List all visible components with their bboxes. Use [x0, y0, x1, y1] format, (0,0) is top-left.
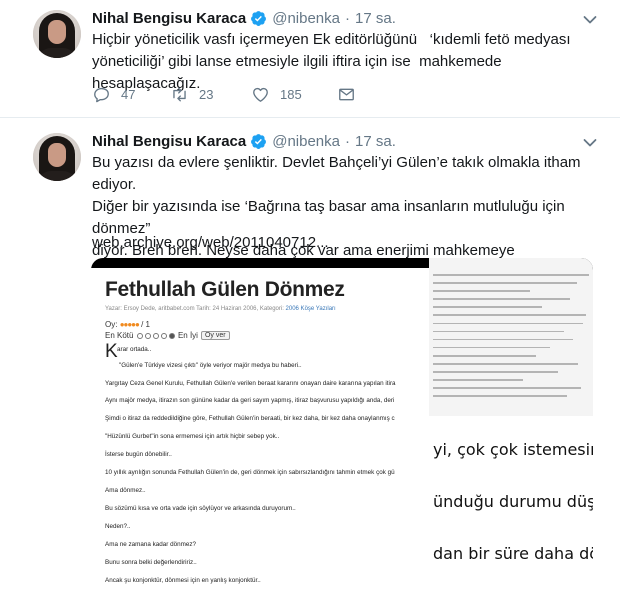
article-line: Şimdi o itiraz da reddedildiğine göre, F…	[105, 415, 395, 422]
user-handle[interactable]: @nibenka	[272, 10, 340, 27]
tweet[interactable]: Nihal Bengisu Karaca @nibenka · 17 sa. H…	[0, 0, 620, 118]
tweet-header: Nihal Bengisu Karaca @nibenka · 17 sa.	[92, 131, 396, 151]
article-line: arar ortada..	[117, 346, 152, 353]
article-line: Ancak şu konjonktür, dönmesi için en yan…	[105, 577, 261, 584]
direct-message-icon	[339, 88, 354, 100]
caret-down-icon[interactable]	[583, 138, 597, 148]
user-handle[interactable]: @nibenka	[272, 133, 340, 150]
tweet-actions: 47 23 185	[92, 84, 356, 104]
article-dropcap: K	[105, 341, 118, 362]
verified-badge-icon	[251, 133, 267, 149]
article-line: Bunu sonra belki değerlendiririz..	[105, 559, 197, 566]
article-title: Fethullah Gülen Dönmez	[105, 278, 345, 301]
retweet-count: 23	[199, 86, 214, 102]
user-name[interactable]: Nihal Bengisu Karaca	[92, 133, 246, 150]
separator-dot: ·	[345, 132, 350, 150]
caret-down-icon[interactable]	[583, 15, 597, 25]
like-count: 185	[280, 86, 302, 102]
media-image-zoomed[interactable]: yi, çok çok istemesine ra ünduğu durumu …	[429, 416, 593, 598]
user-name[interactable]: Nihal Bengisu Karaca	[92, 10, 246, 27]
zoomed-text-line: ünduğu durumu düşündüğ	[433, 492, 593, 511]
tweet-media[interactable]: Fethullah Gülen Dönmez Yazar: Ersoy Dede…	[91, 258, 593, 598]
separator-dot: ·	[345, 9, 350, 27]
tweet-link[interactable]: web.archive.org/web/2011040712...	[92, 234, 329, 251]
verified-badge-icon	[251, 10, 267, 26]
article-line: Ama ne zamana kadar dönmez?	[105, 541, 197, 548]
avatar[interactable]	[33, 133, 81, 181]
media-image-side[interactable]: yi, çok çok istemesine ra ünduğu durumu …	[429, 258, 593, 598]
retweet-icon	[173, 86, 186, 102]
tweet-time[interactable]: 17 sa.	[355, 10, 396, 27]
article-line: Yargıtay Ceza Genel Kurulu, Fethullah Gü…	[105, 380, 396, 387]
reply-button[interactable]: 47	[92, 85, 170, 104]
tweet-time[interactable]: 17 sa.	[355, 133, 396, 150]
direct-message-button[interactable]	[337, 85, 356, 104]
article-line: İsterse bugün dönebilir..	[105, 451, 172, 458]
article-line: Aynı majör medya, itirazın son gününe ka…	[105, 397, 395, 404]
article-rate-bar: En Kötü En İyi Oy ver	[105, 331, 230, 340]
article-line: Neden?..	[105, 523, 131, 530]
avatar[interactable]	[33, 10, 81, 58]
like-icon	[253, 87, 268, 102]
tweet-header: Nihal Bengisu Karaca @nibenka · 17 sa.	[92, 8, 396, 28]
tweet[interactable]: Nihal Bengisu Karaca @nibenka · 17 sa. B…	[0, 118, 620, 598]
retweet-button[interactable]: 23	[170, 85, 251, 104]
media-image-document[interactable]	[429, 258, 593, 416]
zoomed-text-line: yi, çok çok istemesine ra	[433, 440, 593, 459]
reply-count: 47	[121, 86, 136, 102]
zoomed-text-line: dan bir süre daha dönme	[433, 544, 593, 563]
article-meta: Yazar: Ersoy Dede, aritbabet.com Tarih: …	[105, 306, 336, 312]
article-line: "Gülen'e Türkiye vizesi çıktı" öyle veri…	[119, 362, 302, 369]
like-button[interactable]: 185	[251, 85, 337, 104]
article-line: Bu sözümü kısa ve orta vade için söylüyo…	[105, 505, 296, 512]
article-rating: Oy: ●●●●● / 1	[105, 320, 150, 329]
media-image-article[interactable]: Fethullah Gülen Dönmez Yazar: Ersoy Dede…	[91, 258, 429, 598]
article-line: "Hüzünlü Gurbet"in sona ermemesi için ar…	[105, 433, 280, 440]
article-line: Ama dönmez..	[105, 487, 146, 494]
reply-icon	[94, 87, 109, 102]
article-line: 10 yıllık ayrılığın sonunda Fethullah Gü…	[105, 469, 395, 476]
